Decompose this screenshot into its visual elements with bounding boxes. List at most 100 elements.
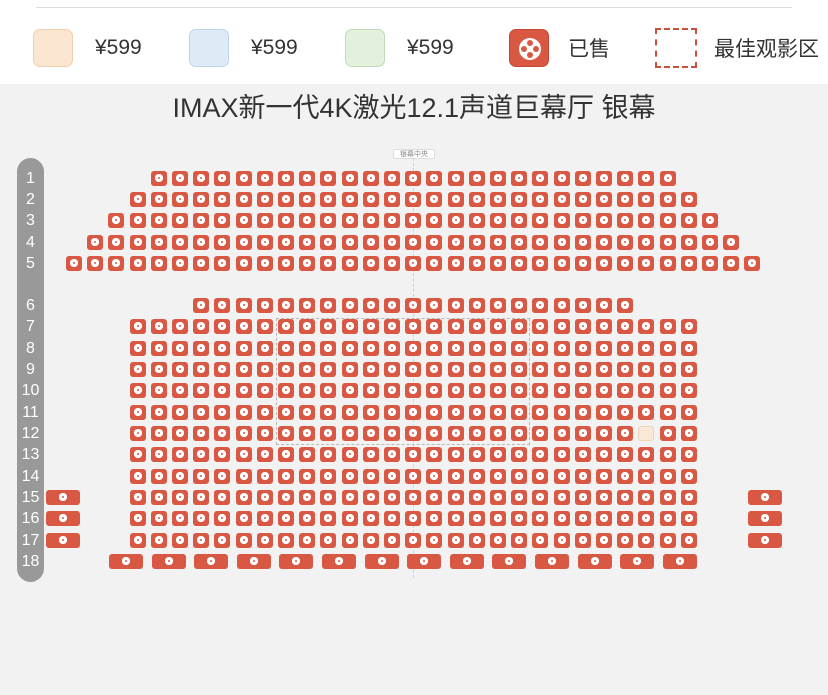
- seat[interactable]: [236, 362, 252, 377]
- seat[interactable]: [617, 235, 633, 250]
- seat[interactable]: [596, 235, 612, 250]
- seat[interactable]: [236, 341, 252, 356]
- seat[interactable]: [363, 213, 379, 228]
- seat[interactable]: [490, 362, 506, 377]
- seat[interactable]: [660, 490, 676, 505]
- seat[interactable]: [532, 447, 548, 462]
- seat[interactable]: [511, 490, 527, 505]
- seat[interactable]: [214, 511, 230, 526]
- seat[interactable]: [575, 426, 591, 441]
- seat[interactable]: [342, 383, 358, 398]
- seat[interactable]: [575, 447, 591, 462]
- seat[interactable]: [681, 469, 697, 484]
- seat[interactable]: [236, 213, 252, 228]
- seat[interactable]: [638, 383, 654, 398]
- seat[interactable]: [320, 171, 336, 186]
- seat[interactable]: [469, 426, 485, 441]
- seat[interactable]: [193, 341, 209, 356]
- seat[interactable]: [617, 362, 633, 377]
- seat[interactable]: [214, 192, 230, 207]
- seat[interactable]: [278, 298, 294, 313]
- seat[interactable]: [320, 383, 336, 398]
- seat[interactable]: [151, 192, 167, 207]
- seat[interactable]: [511, 298, 527, 313]
- seat[interactable]: [469, 533, 485, 548]
- seat[interactable]: [681, 383, 697, 398]
- seat[interactable]: [511, 256, 527, 271]
- seat[interactable]: [702, 235, 718, 250]
- seat[interactable]: [151, 426, 167, 441]
- seat[interactable]: [554, 319, 570, 334]
- seat[interactable]: [363, 426, 379, 441]
- seat[interactable]: [469, 362, 485, 377]
- seat[interactable]: [490, 511, 506, 526]
- seat[interactable]: [320, 490, 336, 505]
- seat[interactable]: [660, 469, 676, 484]
- seat[interactable]: [320, 192, 336, 207]
- seat[interactable]: [320, 341, 336, 356]
- seat[interactable]: [108, 235, 124, 250]
- seat[interactable]: [236, 511, 252, 526]
- seat[interactable]: [532, 469, 548, 484]
- seat[interactable]: [405, 447, 421, 462]
- seat[interactable]: [257, 213, 273, 228]
- seat[interactable]: [342, 192, 358, 207]
- seat[interactable]: [532, 490, 548, 505]
- seat[interactable]: [426, 362, 442, 377]
- seat[interactable]: [299, 383, 315, 398]
- seat[interactable]: [130, 256, 146, 271]
- seat[interactable]: [638, 213, 654, 228]
- seat[interactable]: [511, 192, 527, 207]
- seat[interactable]: [638, 511, 654, 526]
- seat[interactable]: [660, 319, 676, 334]
- seat[interactable]: [554, 235, 570, 250]
- seat[interactable]: [532, 192, 548, 207]
- seat[interactable]: [405, 171, 421, 186]
- seat[interactable]: [596, 171, 612, 186]
- seat[interactable]: [363, 362, 379, 377]
- seat[interactable]: [575, 235, 591, 250]
- seat[interactable]: [342, 341, 358, 356]
- seat[interactable]: [278, 383, 294, 398]
- seat[interactable]: [426, 405, 442, 420]
- seat[interactable]: [172, 256, 188, 271]
- seat[interactable]: [257, 447, 273, 462]
- seat[interactable]: [214, 235, 230, 250]
- seat[interactable]: [299, 171, 315, 186]
- seat[interactable]: [596, 447, 612, 462]
- seat[interactable]: [575, 256, 591, 271]
- seat[interactable]: [490, 383, 506, 398]
- seat[interactable]: [130, 319, 146, 334]
- seat[interactable]: [214, 171, 230, 186]
- seat[interactable]: [322, 554, 356, 569]
- seat[interactable]: [172, 405, 188, 420]
- seat[interactable]: [172, 511, 188, 526]
- seat[interactable]: [363, 447, 379, 462]
- seat[interactable]: [193, 319, 209, 334]
- seat[interactable]: [130, 192, 146, 207]
- seat[interactable]: [236, 447, 252, 462]
- seat[interactable]: [638, 405, 654, 420]
- seat[interactable]: [193, 192, 209, 207]
- seat[interactable]: [130, 213, 146, 228]
- seat[interactable]: [744, 256, 760, 271]
- seat[interactable]: [130, 426, 146, 441]
- seat[interactable]: [214, 533, 230, 548]
- seat[interactable]: [490, 533, 506, 548]
- seat[interactable]: [554, 341, 570, 356]
- seat[interactable]: [426, 256, 442, 271]
- seat[interactable]: [363, 192, 379, 207]
- seat[interactable]: [490, 192, 506, 207]
- seat[interactable]: [278, 426, 294, 441]
- seat[interactable]: [384, 235, 400, 250]
- seat[interactable]: [748, 511, 782, 526]
- seat[interactable]: [405, 383, 421, 398]
- seat[interactable]: [617, 533, 633, 548]
- seat[interactable]: [660, 171, 676, 186]
- seat[interactable]: [384, 405, 400, 420]
- seat[interactable]: [405, 511, 421, 526]
- seat[interactable]: [681, 447, 697, 462]
- seat[interactable]: [490, 405, 506, 420]
- seat[interactable]: [660, 362, 676, 377]
- seat[interactable]: [193, 298, 209, 313]
